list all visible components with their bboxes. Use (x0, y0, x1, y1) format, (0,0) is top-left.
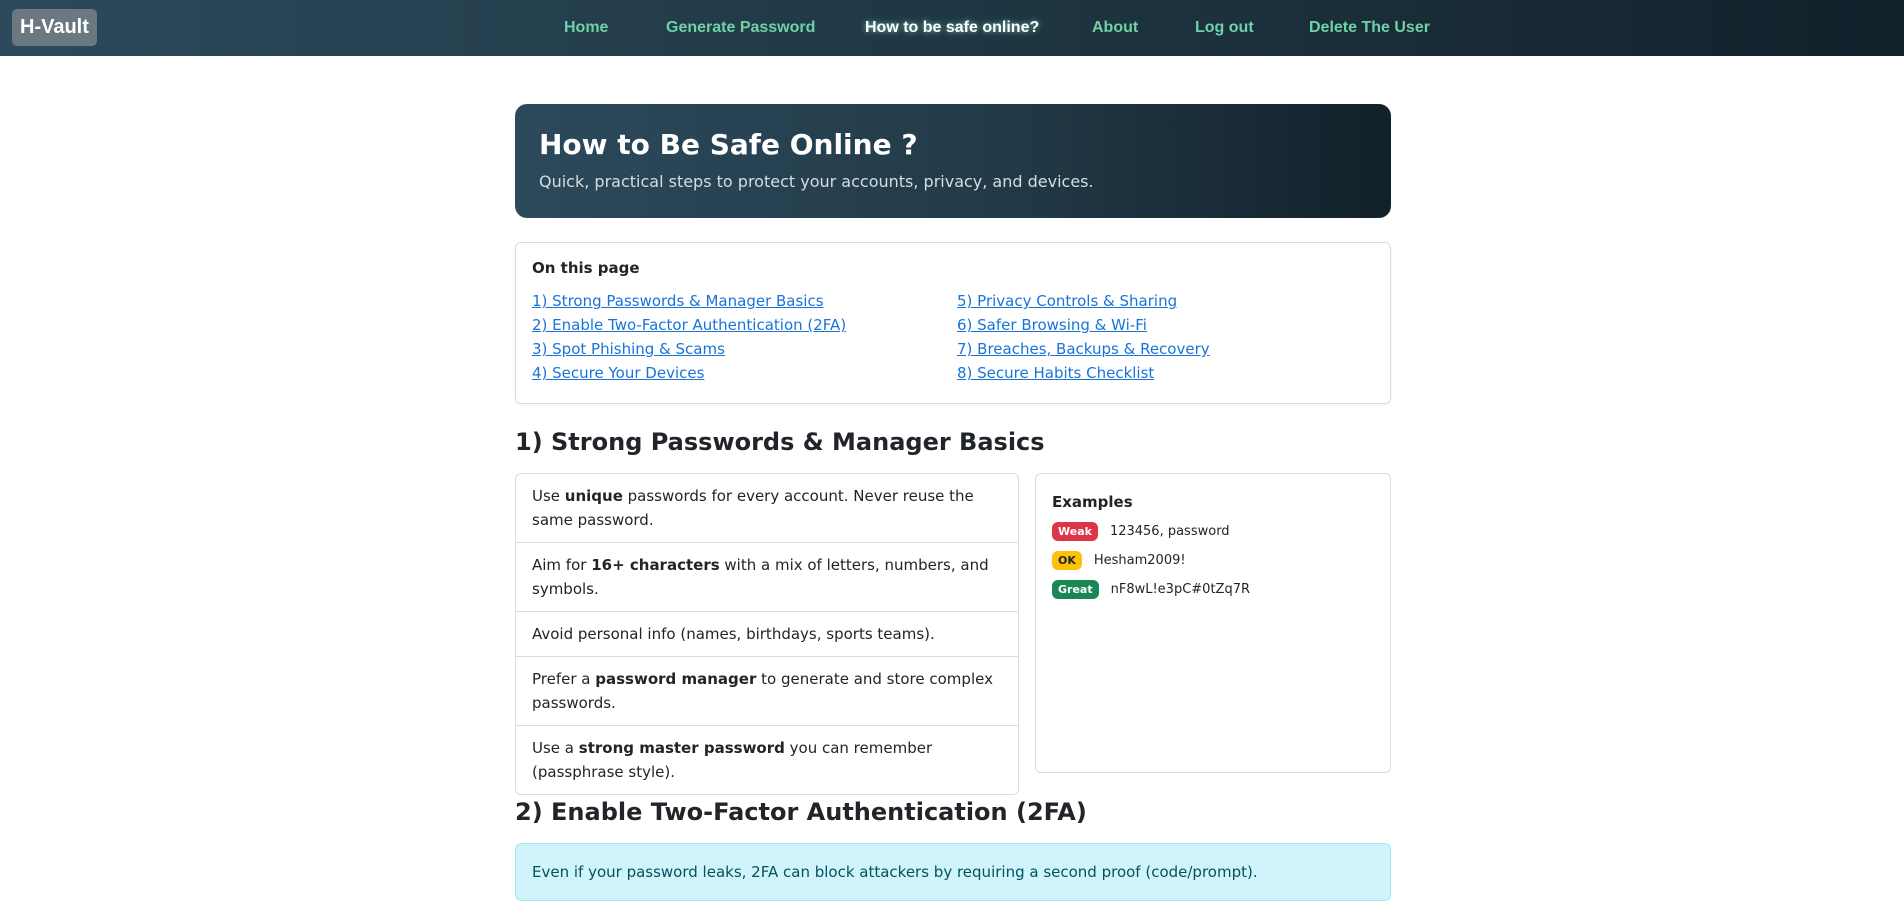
list-item: Prefer a password manager to generate an… (516, 657, 1018, 726)
examples-card: Examples Weak 123456, password OK Hesham… (1035, 473, 1391, 773)
list-item: Avoid personal info (names, birthdays, s… (516, 612, 1018, 657)
example-text: Hesham2009! (1093, 552, 1186, 568)
toc-title: On this page (532, 259, 640, 277)
top-navbar: H-Vault Home Generate Password How to be… (0, 0, 1904, 56)
password-tips-list: Use unique passwords for every account. … (515, 473, 1019, 795)
example-text: 123456, password (1109, 523, 1230, 539)
nav-how-to-be-safe[interactable]: How to be safe online? (865, 0, 1039, 56)
nav-home[interactable]: Home (564, 0, 608, 56)
toc-link-breaches[interactable]: 7) Breaches, Backups & Recovery (957, 337, 1210, 361)
toc-link-browsing[interactable]: 6) Safer Browsing & Wi-Fi (957, 313, 1210, 337)
ok-badge: OK (1052, 550, 1082, 570)
table-of-contents: On this page 1) Strong Passwords & Manag… (515, 242, 1391, 404)
example-text: nF8wL!e3pC#0tZq7R (1110, 581, 1251, 597)
section1-heading: 1) Strong Passwords & Manager Basics (515, 428, 1045, 456)
toc-right-column: 5) Privacy Controls & Sharing 6) Safer B… (957, 289, 1210, 385)
example-row-ok: OK Hesham2009! (1052, 550, 1374, 570)
toc-link-checklist[interactable]: 8) Secure Habits Checklist (957, 361, 1210, 385)
example-row-weak: Weak 123456, password (1052, 521, 1374, 541)
list-item: Use unique passwords for every account. … (516, 474, 1018, 543)
nav-delete-user[interactable]: Delete The User (1309, 0, 1430, 56)
nav-generate-password[interactable]: Generate Password (666, 0, 815, 56)
section2-heading: 2) Enable Two-Factor Authentication (2FA… (515, 798, 1087, 826)
great-badge: Great (1052, 579, 1099, 599)
nav-log-out[interactable]: Log out (1195, 0, 1254, 56)
examples-title: Examples (1052, 493, 1133, 511)
nav-links: Home Generate Password How to be safe on… (0, 0, 1904, 56)
page-title: How to Be Safe Online ? (539, 128, 918, 161)
page-subtitle: Quick, practical steps to protect your a… (539, 172, 1094, 191)
toc-link-privacy[interactable]: 5) Privacy Controls & Sharing (957, 289, 1210, 313)
toc-link-devices[interactable]: 4) Secure Your Devices (532, 361, 846, 385)
info-alert: Even if your password leaks, 2FA can blo… (515, 843, 1391, 901)
list-item: Use a strong master password you can rem… (532, 739, 933, 781)
hero-banner: How to Be Safe Online ? Quick, practical… (515, 104, 1391, 218)
toc-link-2fa[interactable]: 2) Enable Two-Factor Authentication (2FA… (532, 313, 846, 337)
toc-link-phishing[interactable]: 3) Spot Phishing & Scams (532, 337, 846, 361)
list-item: Aim for 16+ characters with a mix of let… (516, 543, 1018, 612)
toc-left-column: 1) Strong Passwords & Manager Basics 2) … (532, 289, 846, 385)
nav-about[interactable]: About (1092, 0, 1138, 56)
toc-link-passwords[interactable]: 1) Strong Passwords & Manager Basics (532, 289, 846, 313)
weak-badge: Weak (1052, 521, 1098, 541)
example-row-great: Great nF8wL!e3pC#0tZq7R (1052, 579, 1374, 599)
toc-grid: 1) Strong Passwords & Manager Basics 2) … (532, 289, 1374, 389)
